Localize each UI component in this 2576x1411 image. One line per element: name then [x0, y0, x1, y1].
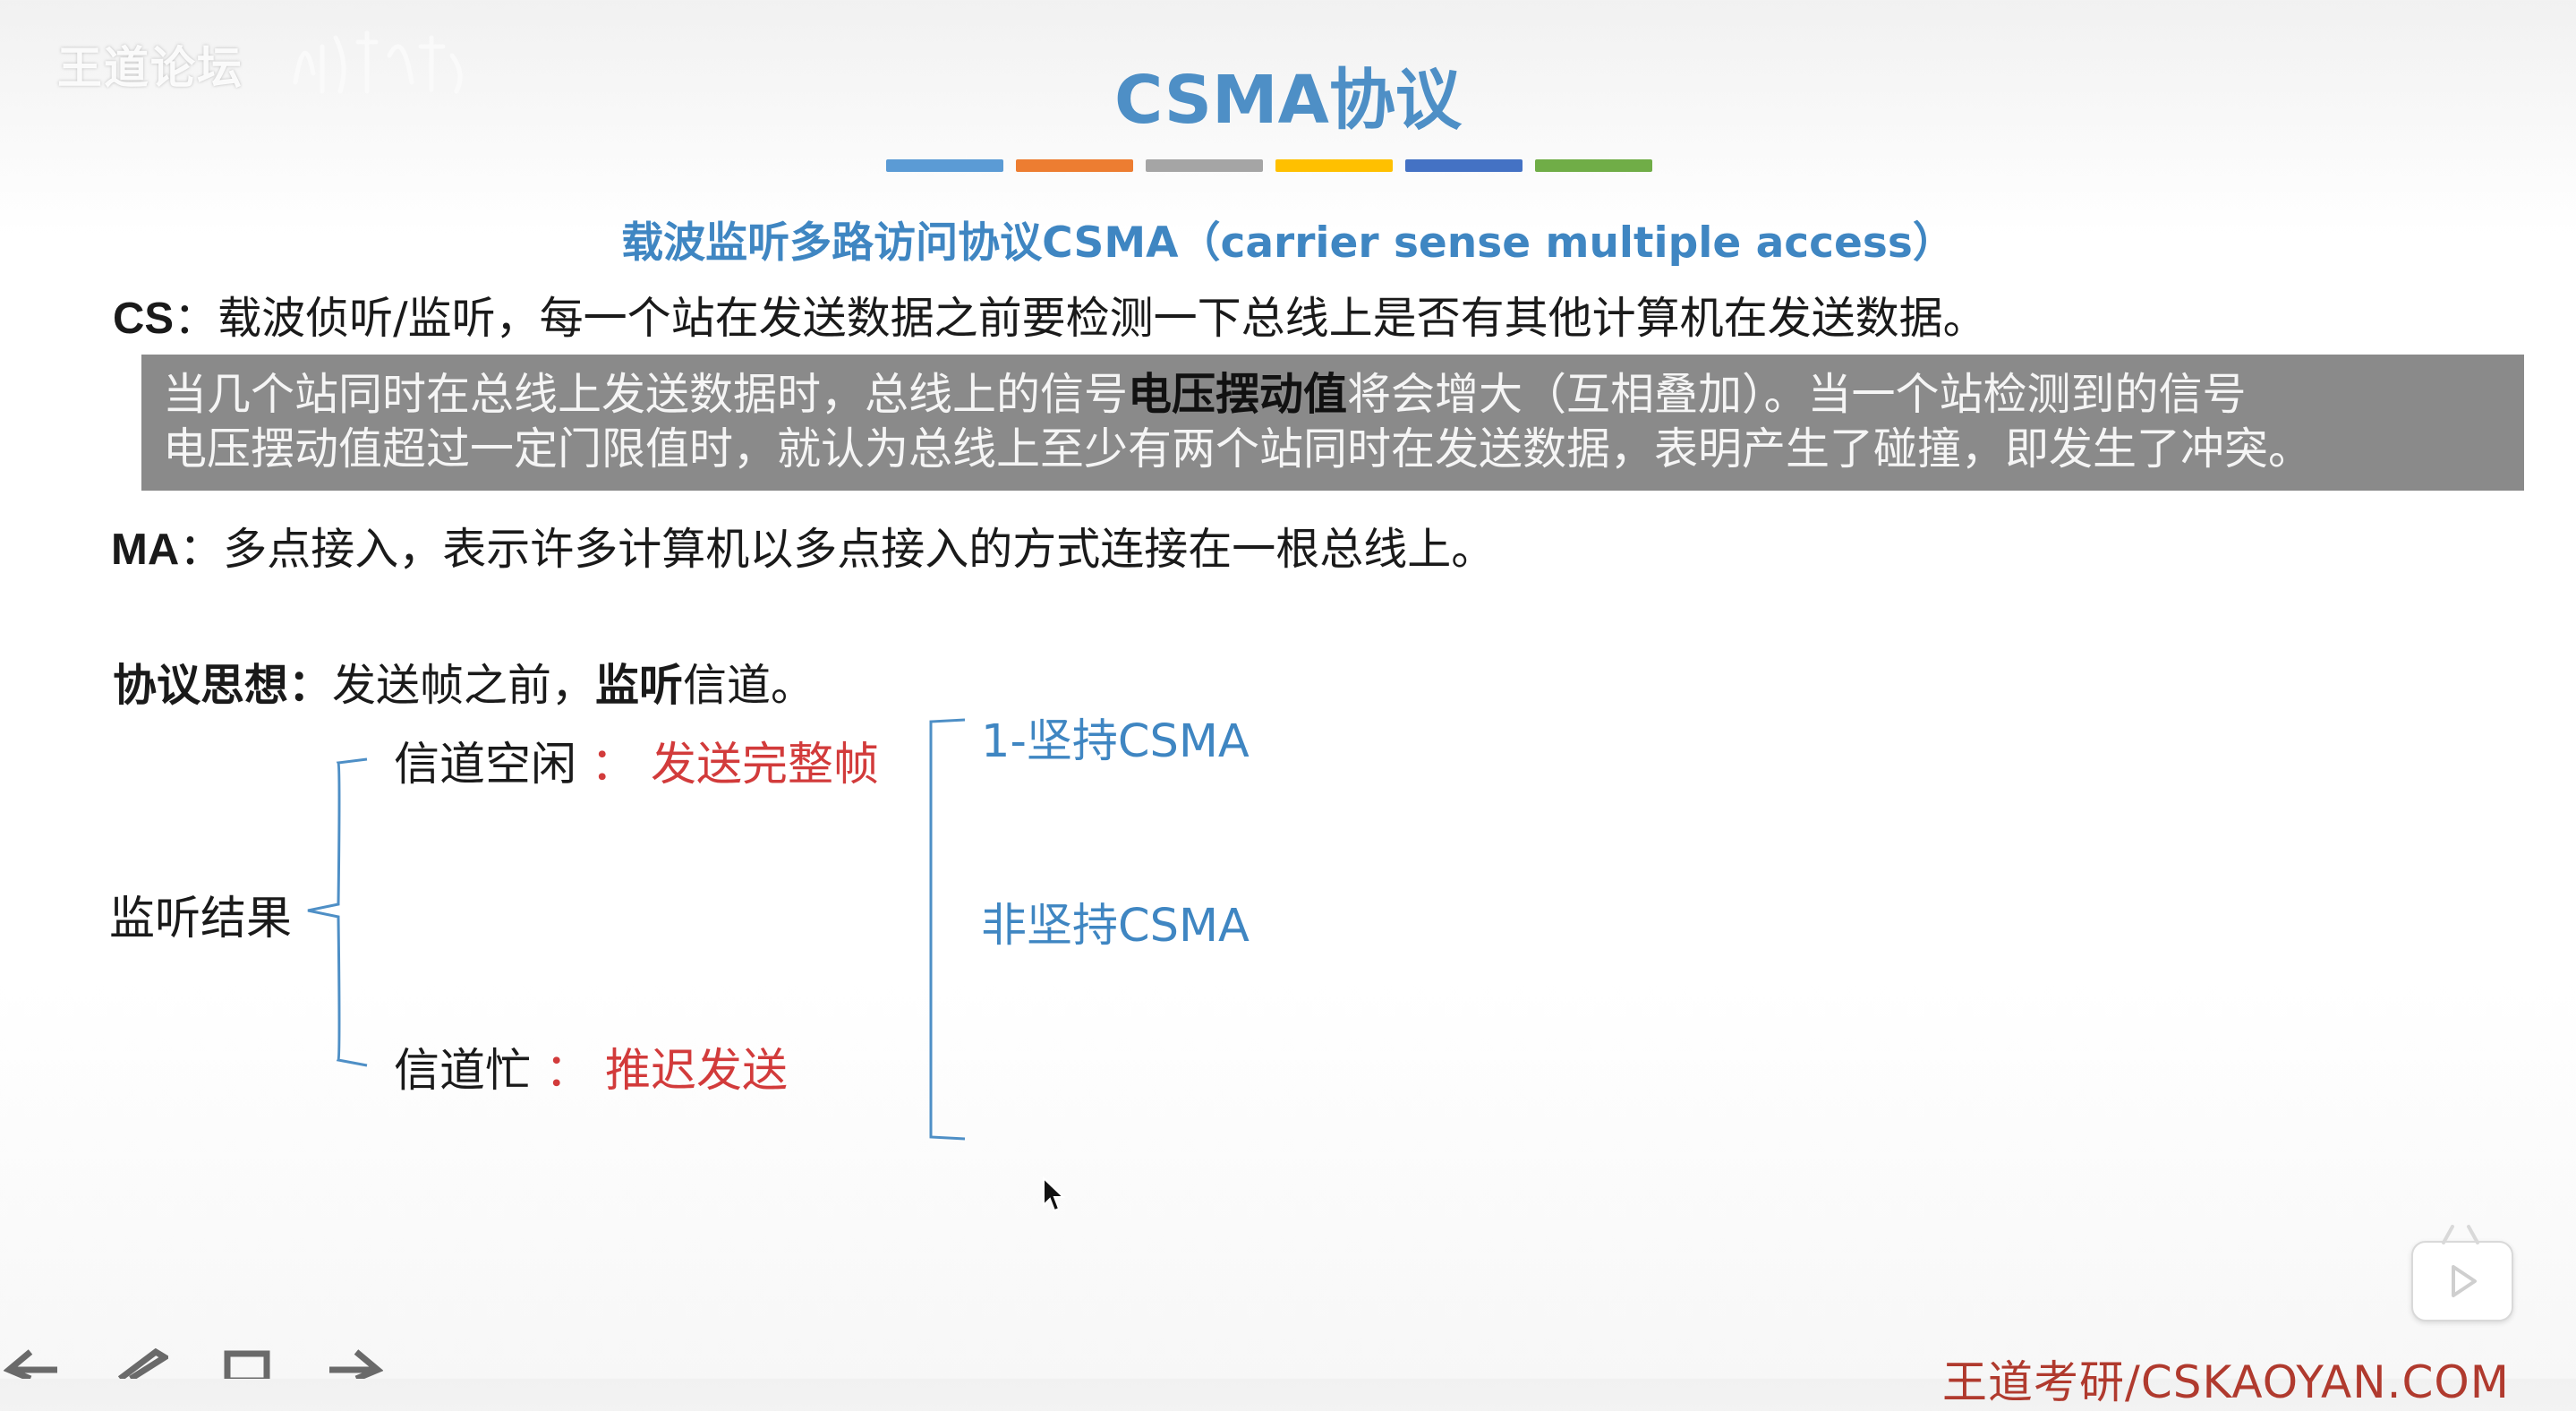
play-button-antenna-icon	[2442, 1225, 2479, 1244]
idle-label: 信道空闲	[394, 739, 577, 791]
pen-icon[interactable]	[115, 1348, 168, 1379]
csma-type-1: 1-坚持CSMA	[981, 715, 1250, 768]
menu-icon[interactable]	[222, 1348, 272, 1379]
mouse-cursor-icon	[1043, 1176, 1066, 1212]
result-bracket	[307, 757, 368, 1067]
csma-type-2: 非坚持CSMA	[981, 900, 1250, 953]
play-button[interactable]	[2411, 1241, 2513, 1321]
next-slide-icon[interactable]	[326, 1348, 383, 1379]
prev-slide-icon[interactable]	[4, 1348, 61, 1379]
busy-action: 推迟发送	[605, 1045, 789, 1098]
play-icon	[2452, 1265, 2477, 1297]
listen-result-label: 监听结果	[109, 893, 293, 945]
busy-label: 信道忙	[394, 1045, 532, 1098]
footer-brand: 王道考研/CSKAOYAN.COM	[1942, 1356, 2510, 1408]
type-bracket	[929, 718, 966, 1141]
busy-branch: 信道忙：推迟发送	[394, 1033, 788, 1099]
slide-nav-toolbar	[4, 1348, 383, 1379]
idle-action: 发送完整帧	[651, 739, 880, 791]
idle-branch: 信道空闲 ： 发送完整帧	[394, 727, 879, 793]
idle-colon: ：	[591, 739, 637, 791]
busy-colon: ：	[545, 1045, 592, 1098]
diagram-brackets	[307, 718, 966, 1141]
